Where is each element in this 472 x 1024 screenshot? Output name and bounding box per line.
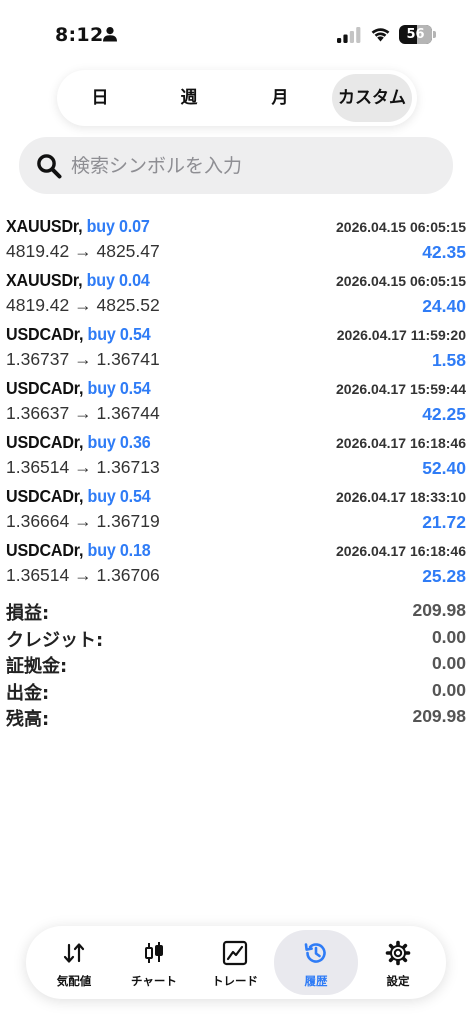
nav-history[interactable]: 履歴 — [274, 930, 358, 995]
trade-row[interactable]: USDCADr, buy 0.36 2026.04.17 16:18:46 1.… — [0, 430, 472, 484]
status-time: 8:12 — [55, 24, 104, 46]
trade-side-volume: buy 0.18 — [87, 540, 151, 560]
summary-label: 残高: — [6, 709, 50, 730]
trade-side-volume: buy 0.04 — [86, 270, 150, 290]
trade-row[interactable]: USDCADr, buy 0.54 2026.04.17 15:59:44 1.… — [0, 376, 472, 430]
battery-icon: 56 — [399, 25, 436, 44]
trade-symbol: XAUUSDr — [6, 216, 79, 236]
trade-title: USDCADr, buy 0.18 — [6, 540, 151, 560]
nav-label: 気配値 — [56, 974, 92, 988]
trade-prices: 4819.42 → 4825.52 — [6, 295, 160, 315]
trade-title: USDCADr, buy 0.54 — [6, 486, 151, 506]
summary-value: 0.00 — [431, 679, 466, 700]
summary-label: クレジット: — [6, 629, 104, 651]
trade-prices: 4819.42 → 4825.47 — [6, 241, 160, 261]
summary-label: 証拠金: — [6, 656, 68, 677]
trade-symbol: XAUUSDr — [6, 270, 79, 290]
trade-title: XAUUSDr, buy 0.04 — [6, 270, 150, 290]
search-input[interactable] — [71, 137, 431, 194]
trade-chart-icon — [222, 940, 248, 966]
tab-week[interactable]: 週 — [152, 74, 226, 122]
summary-value: 0.00 — [431, 626, 466, 647]
trade-side-volume: buy 0.07 — [86, 216, 150, 236]
trade-title: USDCADr, buy 0.54 — [6, 324, 151, 344]
trade-row[interactable]: XAUUSDr, buy 0.07 2026.04.15 06:05:15 48… — [0, 214, 472, 268]
trade-symbol: USDCADr — [6, 432, 79, 452]
trade-symbol: USDCADr — [6, 486, 79, 506]
trade-symbol: USDCADr — [6, 378, 79, 398]
person-icon — [103, 27, 117, 42]
trade-side-volume: buy 0.54 — [87, 486, 151, 506]
trade-profit: 1.58 — [431, 350, 466, 370]
trade-side-volume: buy 0.54 — [87, 324, 151, 344]
trade-row[interactable]: USDCADr, buy 0.54 2026.04.17 11:59:20 1.… — [0, 322, 472, 376]
trade-title: USDCADr, buy 0.36 — [6, 432, 151, 452]
summary-label: 出金: — [6, 682, 50, 704]
summary-value: 209.98 — [412, 600, 466, 620]
tab-day[interactable]: 日 — [63, 74, 137, 122]
bottom-tab-bar: 気配値 チャート トレード 履歴 設定 — [26, 926, 446, 999]
trade-title: XAUUSDr, buy 0.07 — [6, 216, 150, 236]
nav-quotes[interactable]: 気配値 — [32, 930, 116, 995]
summary-value: 209.98 — [412, 706, 466, 726]
trade-row[interactable]: XAUUSDr, buy 0.04 2026.04.15 06:05:15 48… — [0, 268, 472, 322]
trade-profit: 52.40 — [422, 458, 466, 478]
tab-month[interactable]: 月 — [243, 74, 317, 122]
trade-profit: 42.35 — [422, 242, 466, 262]
trade-symbol: USDCADr — [6, 540, 79, 560]
nav-label: トレード — [212, 974, 258, 988]
summary-label: 損益: — [6, 603, 50, 624]
trade-profit: 21.72 — [422, 512, 466, 532]
history-icon — [304, 943, 326, 963]
summary-row-profit: 損益: 209.98 — [0, 598, 472, 625]
summary-row-withdrawal: 出金: 0.00 — [0, 678, 472, 705]
candlestick-chart-icon — [145, 942, 163, 963]
battery-tip — [433, 31, 436, 38]
battery-body: 56 — [399, 25, 432, 44]
wifi-icon — [371, 28, 390, 42]
summary-row-margin: 証拠金: 0.00 — [0, 651, 472, 678]
trade-time: 2026.04.17 16:18:46 — [336, 435, 466, 451]
trade-side-volume: buy 0.36 — [87, 432, 151, 452]
trade-symbol: USDCADr — [6, 324, 79, 344]
trade-prices: 1.36637 → 1.36744 — [6, 403, 160, 423]
search-icon — [37, 154, 62, 179]
battery-percentage: 56 — [406, 27, 425, 42]
trade-time: 2026.04.17 18:33:10 — [336, 489, 466, 505]
summary-row-credit: クレジット: 0.00 — [0, 625, 472, 652]
account-summary: 損益: 209.98 クレジット: 0.00 証拠金: 0.00 出金: 0.0… — [0, 598, 472, 731]
summary-row-balance: 残高: 209.98 — [0, 704, 472, 731]
tab-custom[interactable]: カスタム — [332, 74, 412, 122]
quotes-icon — [63, 943, 85, 963]
trade-side-volume: buy 0.54 — [87, 378, 151, 398]
cellular-signal-icon — [337, 27, 361, 43]
trade-prices: 1.36664 → 1.36719 — [6, 511, 160, 531]
nav-label: 設定 — [386, 974, 410, 988]
trade-profit: 25.28 — [422, 566, 466, 586]
period-tabs: 日 週 月 カスタム — [57, 70, 417, 126]
search-box[interactable] — [19, 137, 453, 194]
trade-row[interactable]: USDCADr, buy 0.54 2026.04.17 18:33:10 1.… — [0, 484, 472, 538]
trade-prices: 1.36514 → 1.36706 — [6, 565, 160, 585]
trade-history-list: XAUUSDr, buy 0.07 2026.04.15 06:05:15 48… — [0, 214, 472, 592]
nav-settings[interactable]: 設定 — [356, 930, 440, 995]
nav-chart[interactable]: チャート — [112, 930, 196, 995]
trade-title: USDCADr, buy 0.54 — [6, 378, 151, 398]
summary-value: 0.00 — [431, 653, 466, 673]
trade-time: 2026.04.17 16:18:46 — [336, 543, 466, 559]
trade-prices: 1.36514 → 1.36713 — [6, 457, 160, 477]
trade-time: 2026.04.15 06:05:15 — [336, 273, 466, 289]
trade-row[interactable]: USDCADr, buy 0.18 2026.04.17 16:18:46 1.… — [0, 538, 472, 592]
trade-time: 2026.04.17 15:59:44 — [336, 381, 466, 397]
trade-profit: 24.40 — [422, 296, 466, 316]
nav-label: 履歴 — [304, 974, 328, 988]
trade-time: 2026.04.15 06:05:15 — [336, 219, 466, 235]
trade-time: 2026.04.17 11:59:20 — [336, 327, 466, 343]
status-bar: 8:12 56 — [0, 0, 472, 66]
trade-profit: 42.25 — [422, 404, 466, 424]
nav-trade[interactable]: トレード — [193, 930, 277, 995]
gear-icon — [385, 940, 411, 966]
nav-label: チャート — [131, 974, 177, 988]
trade-prices: 1.36737 → 1.36741 — [6, 349, 160, 369]
